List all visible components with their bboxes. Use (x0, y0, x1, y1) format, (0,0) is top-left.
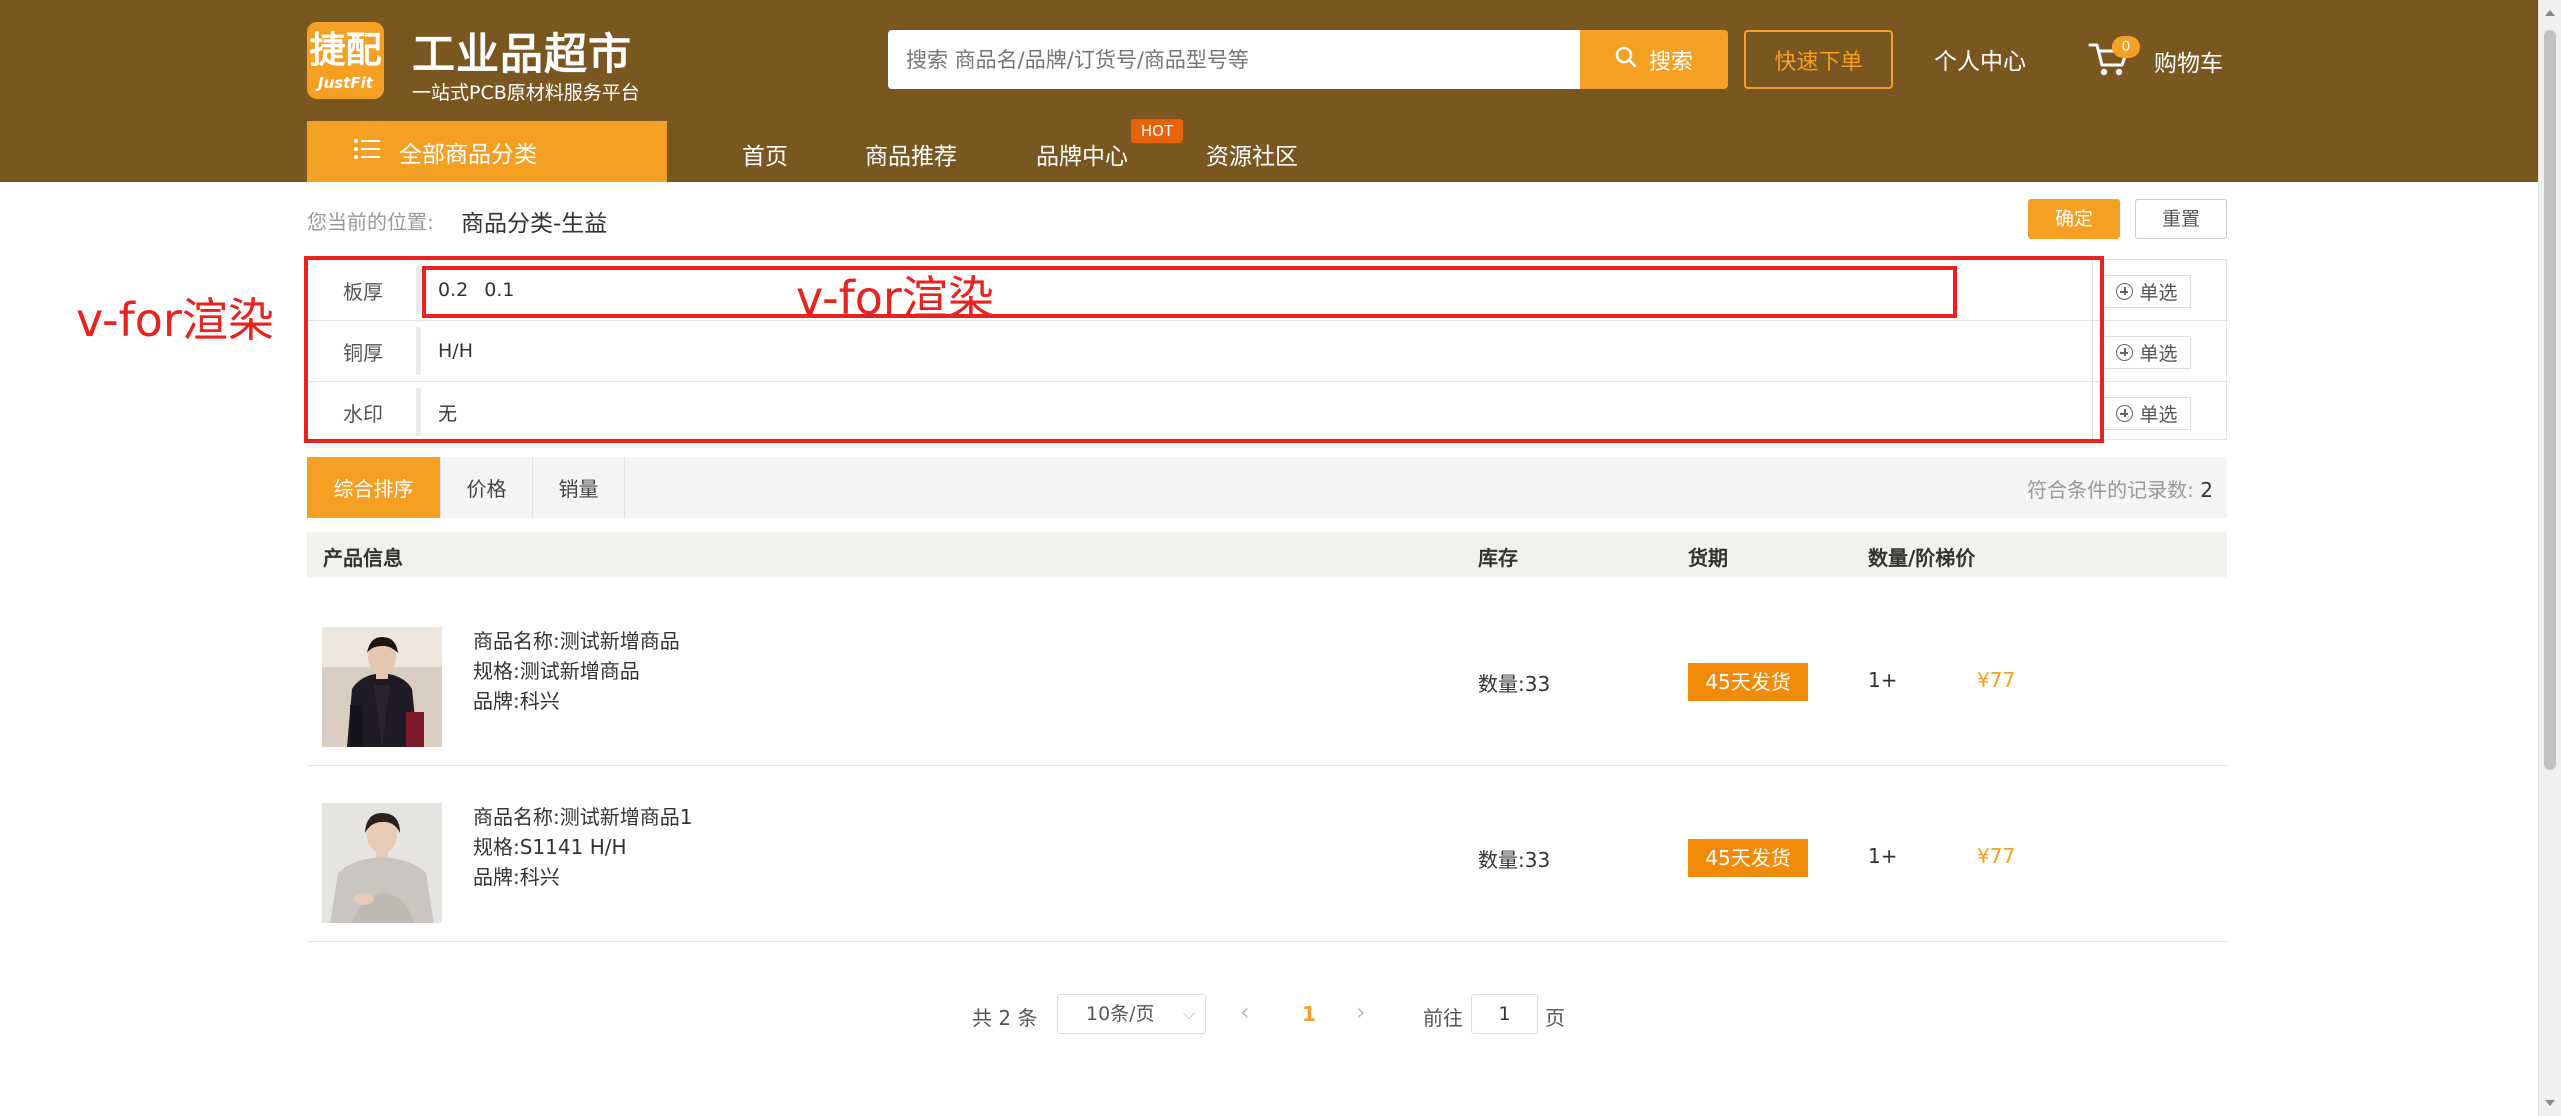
search-box (888, 30, 1580, 89)
stock-quantity: 数量:33 (1478, 848, 1551, 872)
product-image[interactable] (322, 627, 442, 747)
cart-count-badge: 0 (2112, 36, 2140, 58)
table-header: 产品信息 库存 货期 数量/阶梯价 (307, 532, 2227, 577)
logo-subtext: JustFit (318, 74, 373, 92)
tier-quantity: 1+ (1868, 844, 1898, 868)
reset-button[interactable]: 重置 (2135, 199, 2227, 239)
product-image[interactable] (322, 803, 442, 923)
tier-quantity: 1+ (1868, 668, 1898, 692)
search-button-label: 搜索 (1648, 49, 1693, 75)
table-row[interactable]: 商品名称:测试新增商品 规格:测试新增商品 品牌:科兴 数量:33 45天发货 … (307, 590, 2227, 766)
scrollbar-thumb[interactable] (2544, 30, 2556, 770)
plus-circle-icon (2116, 344, 2134, 361)
product-info: 商品名称:测试新增商品1 规格:S1141 H/H 品牌:科兴 (473, 802, 692, 892)
plus-circle-icon (2116, 283, 2134, 300)
lead-time-badge: 45天发货 (1688, 839, 1808, 877)
single-select-label: 单选 (2139, 282, 2178, 304)
column-header-price: 数量/阶梯价 (1868, 546, 1976, 570)
table-row[interactable]: 商品名称:测试新增商品1 规格:S1141 H/H 品牌:科兴 数量:33 45… (307, 766, 2227, 942)
quick-order-button[interactable]: 快速下单 (1744, 30, 1893, 89)
pagination: 共 2 条 10条/页 ⌵ ‹ 1 › 前往 页 (0, 992, 2538, 1036)
search-icon (1615, 46, 1637, 74)
plus-circle-icon (2116, 405, 2134, 422)
cart-button[interactable]: 0 购物车 (2088, 36, 2228, 84)
all-categories-label: 全部商品分类 (399, 141, 537, 168)
lead-time-badge: 45天发货 (1688, 663, 1808, 701)
product-brand: 品牌:科兴 (473, 689, 560, 713)
site-title: 工业品超市 (412, 30, 632, 80)
record-count-label: 符合条件的记录数: (2027, 478, 2194, 502)
product-spec: 规格:测试新增商品 (473, 659, 640, 683)
breadcrumb-label: 您当前的位置: (307, 210, 434, 234)
confirm-button[interactable]: 确定 (2028, 199, 2120, 239)
scroll-up-arrow-icon[interactable] (2545, 10, 2555, 16)
breadcrumb: 商品分类-生益 (461, 211, 608, 237)
site-logo[interactable]: 捷配 JustFit (307, 22, 384, 99)
nav-item-brands[interactable]: 品牌中心 (1036, 137, 1128, 171)
scroll-down-arrow-icon[interactable] (2545, 1100, 2555, 1106)
search-button[interactable]: 搜索 (1580, 30, 1728, 89)
column-header-lead-time: 货期 (1688, 546, 1728, 570)
annotation-box-inner (422, 266, 1957, 318)
sort-bar: 综合排序 价格 销量 符合条件的记录数: 2 (307, 457, 2227, 518)
site-subtitle: 一站式PCB原材料服务平台 (412, 82, 640, 104)
tier-price: ¥77 (1977, 844, 2016, 868)
sort-tab-sales[interactable]: 销量 (533, 457, 625, 518)
sort-tab-default[interactable]: 综合排序 (307, 457, 441, 518)
record-count: 符合条件的记录数: 2 (2027, 474, 2213, 503)
logo-text: 捷配 (309, 30, 382, 71)
product-spec: 规格:S1141 H/H (473, 835, 627, 859)
single-select-button[interactable]: 单选 (2103, 275, 2191, 308)
hot-badge: HOT (1131, 119, 1183, 143)
chevron-down-icon: ⌵ (1182, 1004, 1195, 1023)
nav-item-recommend[interactable]: 商品推荐 (865, 137, 957, 171)
goto-suffix: 页 (1545, 1006, 1565, 1030)
product-name[interactable]: 商品名称:测试新增商品1 (473, 802, 692, 832)
nav-item-community[interactable]: 资源社区 (1206, 137, 1298, 171)
page-size-value: 10条/页 (1086, 1003, 1155, 1025)
nav-item-home[interactable]: 首页 (742, 137, 788, 171)
goto-page-input[interactable] (1471, 994, 1538, 1034)
search-input[interactable] (888, 30, 1580, 89)
top-header: 捷配 JustFit 工业品超市 一站式PCB原材料服务平台 搜索 快速下单 个… (0, 0, 2538, 121)
goto-label: 前往 (1423, 1006, 1463, 1030)
pagination-total: 共 2 条 (972, 1006, 1038, 1030)
all-categories-button[interactable]: 全部商品分类 (307, 121, 667, 182)
page-size-select[interactable]: 10条/页 ⌵ (1057, 994, 1206, 1034)
user-center-link[interactable]: 个人中心 (1934, 42, 2026, 76)
annotation-label-middle: v-for渲染 (796, 271, 994, 325)
product-brand: 品牌:科兴 (473, 865, 560, 889)
vertical-scrollbar[interactable] (2538, 0, 2561, 1116)
next-page-button[interactable]: › (1356, 998, 1366, 1026)
cart-label: 购物车 (2154, 51, 2223, 77)
column-header-stock: 库存 (1478, 546, 1518, 570)
column-header-product: 产品信息 (323, 546, 403, 570)
single-select-button[interactable]: 单选 (2103, 336, 2191, 369)
page: 捷配 JustFit 工业品超市 一站式PCB原材料服务平台 搜索 快速下单 个… (0, 0, 2561, 1116)
sort-tab-price[interactable]: 价格 (441, 457, 533, 518)
annotation-label-left: v-for渲染 (76, 293, 274, 347)
single-select-label: 单选 (2139, 343, 2178, 365)
current-page-number[interactable]: 1 (1302, 1002, 1316, 1026)
single-select-button[interactable]: 单选 (2103, 397, 2191, 430)
product-info: 商品名称:测试新增商品 规格:测试新增商品 品牌:科兴 (473, 626, 680, 716)
stock-quantity: 数量:33 (1478, 672, 1551, 696)
record-count-value: 2 (2200, 478, 2213, 502)
product-name[interactable]: 商品名称:测试新增商品 (473, 626, 680, 656)
tier-price: ¥77 (1977, 668, 2016, 692)
single-select-label: 单选 (2139, 404, 2178, 426)
main-nav: 全部商品分类 首页 商品推荐 品牌中心 HOT 资源社区 (0, 119, 2538, 182)
menu-icon (353, 138, 381, 166)
prev-page-button[interactable]: ‹ (1240, 998, 1250, 1026)
